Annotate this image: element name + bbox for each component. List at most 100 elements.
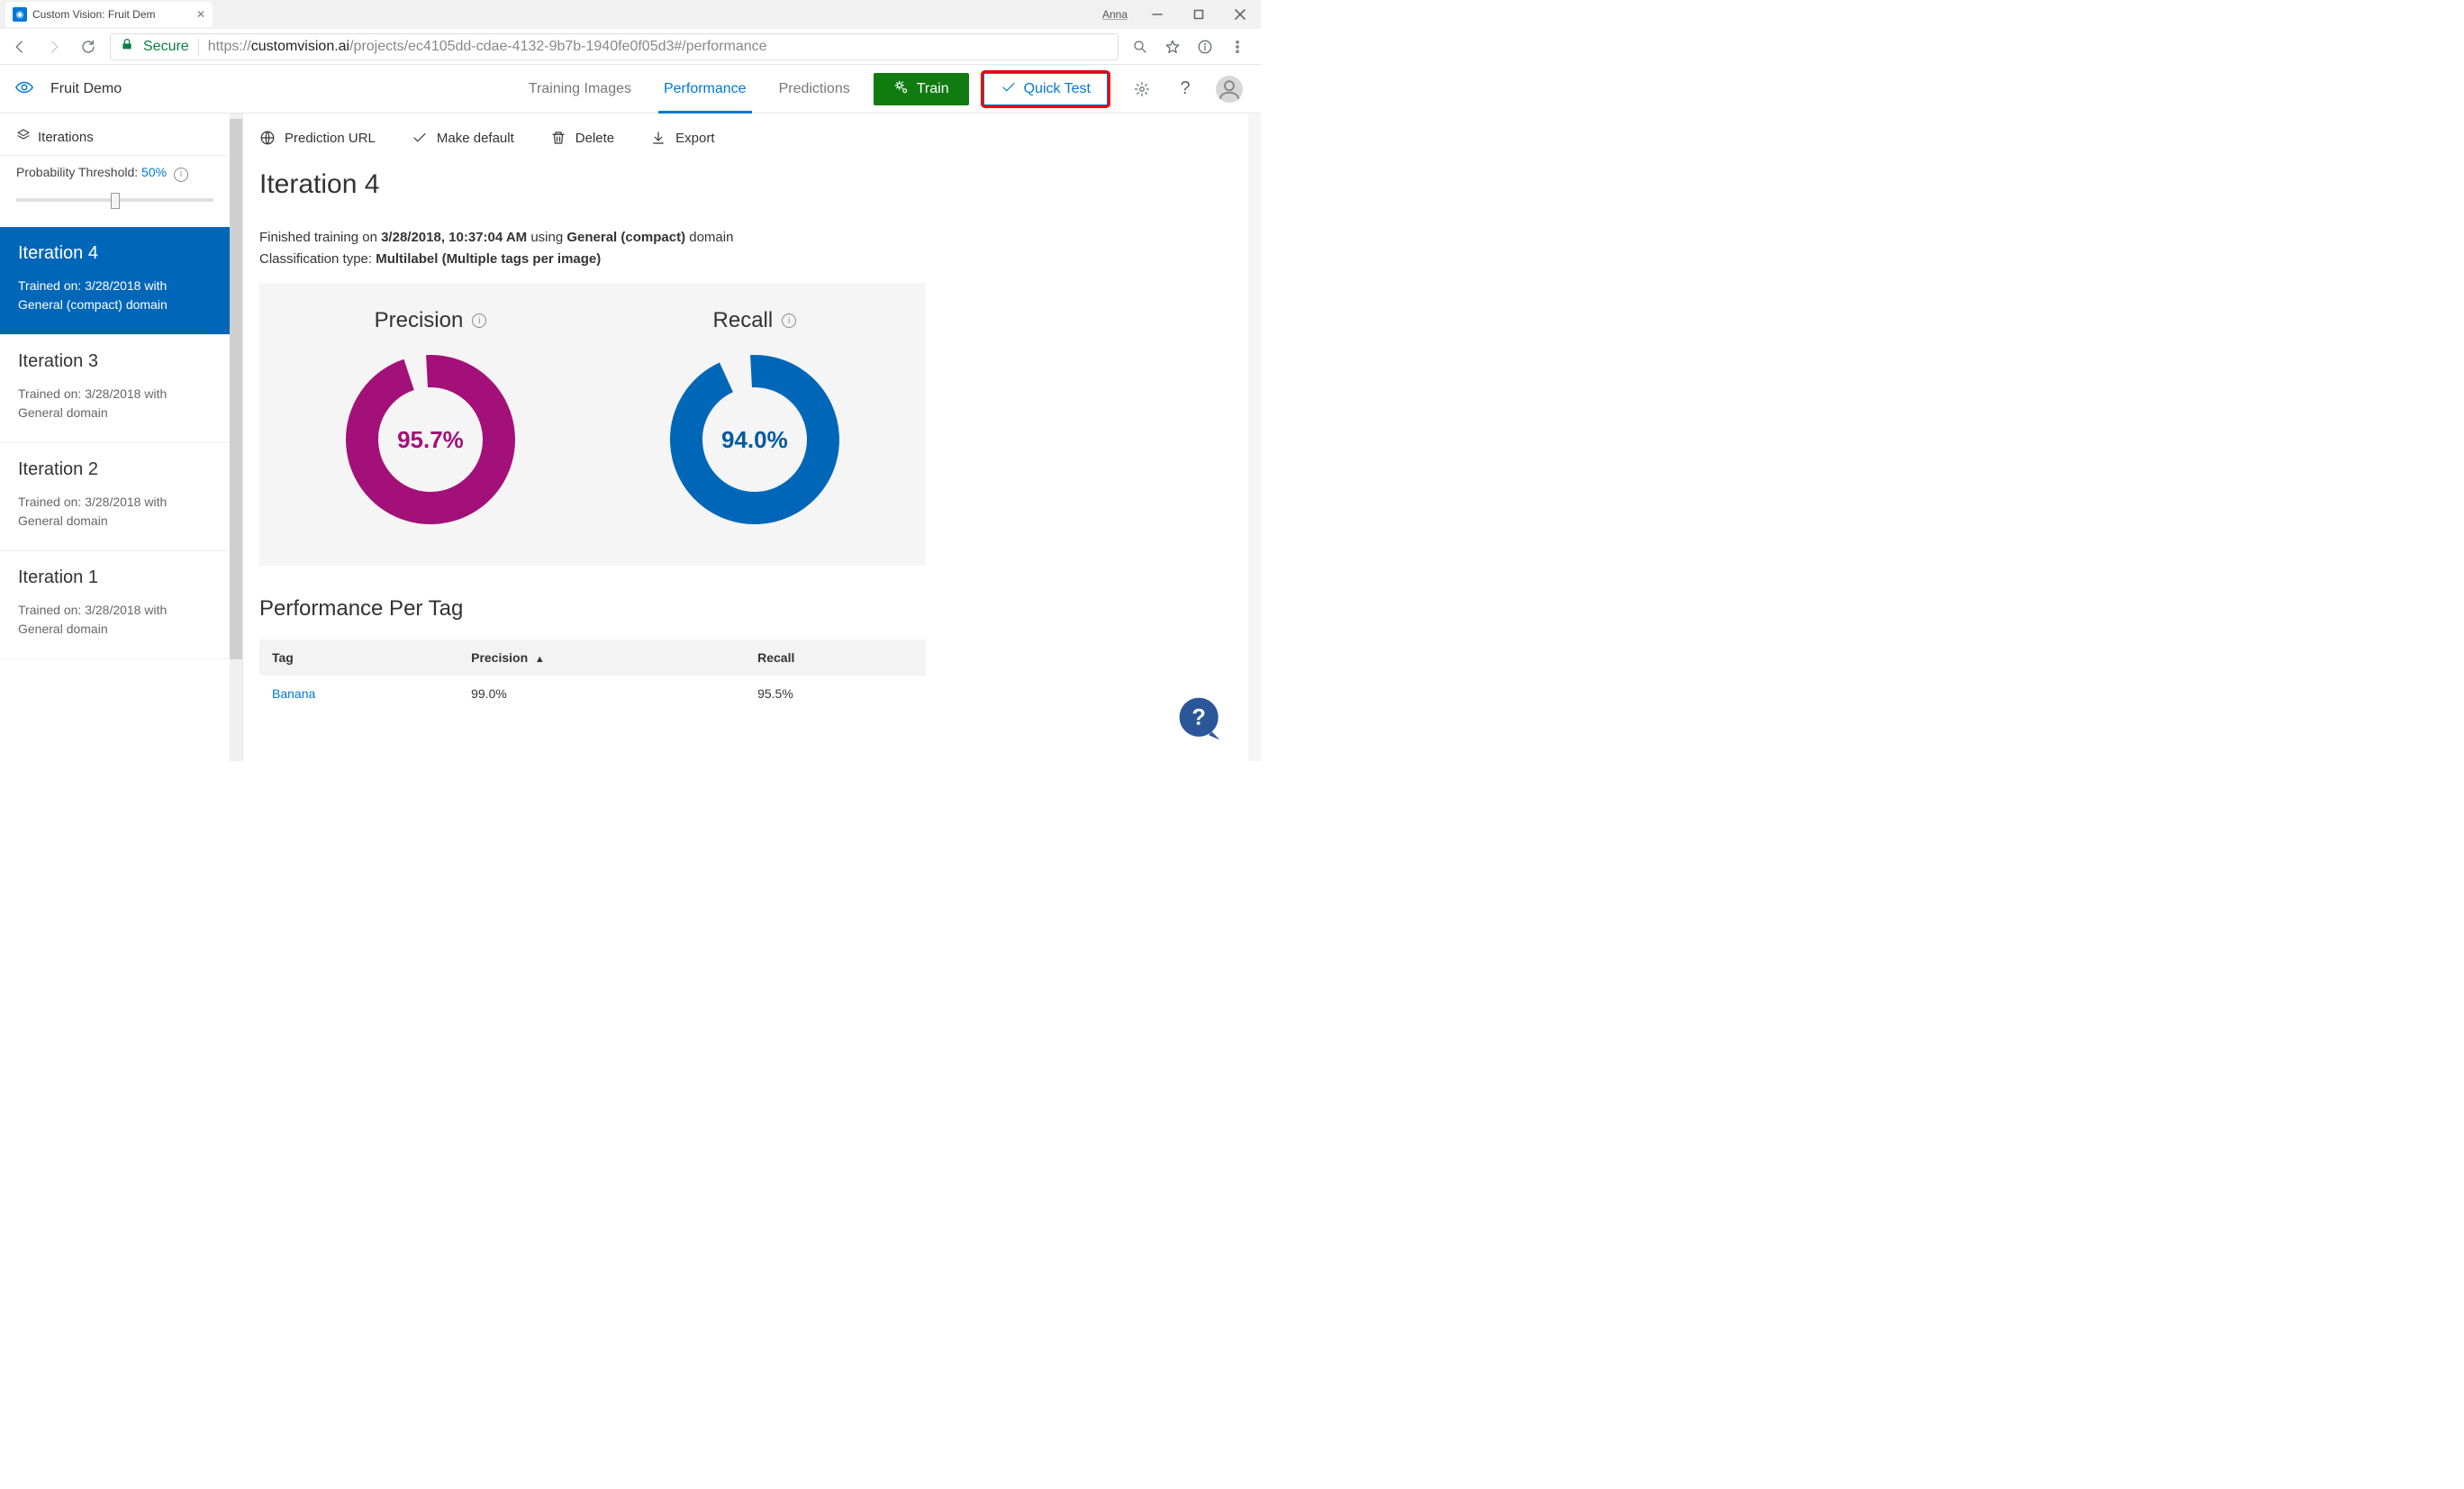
quick-test-button[interactable]: Quick Test (983, 73, 1108, 105)
iteration-card[interactable]: Iteration 1 Trained on: 3/28/2018 with G… (0, 551, 230, 659)
browser-menu-icon[interactable] (1225, 34, 1250, 59)
iteration-card[interactable]: Iteration 2 Trained on: 3/28/2018 with G… (0, 443, 230, 551)
precision-donut-chart: 95.7% (340, 350, 521, 530)
page-info-icon[interactable] (1192, 34, 1218, 59)
page-title: Iteration 4 (259, 169, 1239, 200)
training-status: Finished training on 3/28/2018, 10:37:04… (259, 227, 1239, 270)
favicon-icon: ◉ (13, 7, 27, 22)
iterations-header: Iterations (0, 113, 230, 156)
sidebar: Iterations Probability Threshold: 50% i … (0, 113, 243, 761)
settings-gear-icon[interactable] (1129, 77, 1155, 102)
slider-thumb[interactable] (111, 193, 120, 209)
window-titlebar: ◉ Custom Vision: Fruit Dem ✕ Anna (0, 0, 1261, 29)
divider (198, 39, 199, 55)
precision-label: Precision (375, 308, 464, 333)
help-icon[interactable]: ? (1173, 77, 1198, 102)
precision-value: 95.7% (340, 350, 521, 530)
layers-icon (16, 128, 31, 146)
help-fab[interactable]: ? (1176, 695, 1225, 743)
window-minimize-button[interactable] (1137, 0, 1178, 29)
col-recall[interactable]: Recall (745, 640, 926, 676)
address-bar[interactable]: Secure https://customvision.ai/projects/… (110, 33, 1119, 60)
cell-recall: 95.5% (745, 676, 926, 712)
info-icon[interactable]: i (174, 168, 188, 182)
iteration-list: Iteration 4 Trained on: 3/28/2018 with G… (0, 227, 230, 659)
recall-metric: Recalli 94.0% (611, 308, 899, 530)
metrics-panel: Precisioni 95.7% Recalli (259, 283, 926, 566)
train-button[interactable]: Train (874, 73, 969, 105)
close-tab-icon[interactable]: ✕ (196, 8, 205, 21)
url-text: https://customvision.ai/projects/ec4105d… (208, 39, 767, 55)
recall-label: Recall (713, 308, 774, 333)
threshold-value: 50% (141, 165, 167, 179)
browser-toolbar: Secure https://customvision.ai/projects/… (0, 29, 1261, 65)
os-user-label: Anna (1102, 8, 1128, 21)
gears-icon (893, 79, 910, 100)
threshold-slider[interactable] (16, 191, 213, 209)
nav-training-images[interactable]: Training Images (514, 65, 646, 113)
quick-test-label: Quick Test (1024, 81, 1091, 97)
delete-label: Delete (575, 131, 614, 146)
trash-icon (550, 130, 566, 146)
export-button[interactable]: Export (650, 130, 714, 146)
info-icon[interactable]: i (782, 313, 796, 328)
iteration-card[interactable]: Iteration 3 Trained on: 3/28/2018 with G… (0, 335, 230, 443)
recall-donut-chart: 94.0% (665, 350, 845, 530)
cell-precision: 99.0% (458, 676, 745, 712)
check-icon (412, 130, 428, 146)
iteration-subtitle: Trained on: 3/28/2018 with General domai… (18, 493, 212, 531)
iteration-title: Iteration 4 (18, 243, 212, 264)
nav-performance[interactable]: Performance (649, 65, 761, 113)
zoom-icon[interactable] (1128, 34, 1153, 59)
lock-icon (120, 37, 134, 56)
user-avatar[interactable] (1216, 76, 1243, 103)
perf-per-tag-heading: Performance Per Tag (259, 596, 1239, 622)
nav-back-button[interactable] (7, 34, 32, 59)
check-icon (1001, 79, 1017, 100)
iterations-label: Iterations (38, 130, 94, 145)
sidebar-scrollbar-thumb[interactable] (230, 119, 242, 659)
logo-eye-icon (14, 77, 34, 100)
export-label: Export (675, 131, 714, 146)
prediction-url-button[interactable]: Prediction URL (259, 130, 376, 146)
app-header: Fruit Demo Training Images Performance P… (0, 65, 1261, 113)
tag-link[interactable]: Banana (272, 686, 315, 701)
project-name[interactable]: Fruit Demo (50, 81, 122, 97)
make-default-button[interactable]: Make default (412, 130, 514, 146)
col-tag[interactable]: Tag (259, 640, 458, 676)
recall-value: 94.0% (665, 350, 845, 530)
svg-text:?: ? (1192, 704, 1206, 730)
iteration-subtitle: Trained on: 3/28/2018 with General domai… (18, 601, 212, 639)
secure-label: Secure (143, 39, 189, 55)
download-icon (650, 130, 666, 146)
iteration-toolbar: Prediction URL Make default Delete Expor… (243, 113, 1261, 155)
table-row[interactable]: Banana 99.0% 95.5% (259, 676, 926, 712)
main-scrollbar[interactable] (1248, 113, 1261, 761)
browser-tab[interactable]: ◉ Custom Vision: Fruit Dem ✕ (5, 2, 213, 27)
window-maximize-button[interactable] (1178, 0, 1219, 29)
col-precision[interactable]: Precision ▲ (458, 640, 745, 676)
prediction-url-label: Prediction URL (285, 131, 376, 146)
iteration-title: Iteration 2 (18, 459, 212, 480)
nav-reload-button[interactable] (76, 34, 101, 59)
info-icon[interactable]: i (472, 313, 486, 328)
iteration-subtitle: Trained on: 3/28/2018 with General domai… (18, 385, 212, 422)
iteration-card[interactable]: Iteration 4 Trained on: 3/28/2018 with G… (0, 227, 230, 335)
precision-metric: Precision i 95.7% (286, 308, 575, 530)
train-label: Train (917, 81, 949, 97)
iteration-subtitle: Trained on: 3/28/2018 with General (comp… (18, 277, 212, 314)
threshold-label: Probability Threshold: (16, 165, 138, 179)
main-content: Prediction URL Make default Delete Expor… (243, 113, 1261, 761)
make-default-label: Make default (437, 131, 514, 146)
tab-title: Custom Vision: Fruit Dem (32, 8, 191, 21)
globe-icon (259, 130, 276, 146)
nav-forward-button[interactable] (41, 34, 67, 59)
iteration-title: Iteration 3 (18, 351, 212, 372)
sort-asc-icon: ▲ (535, 654, 545, 665)
bookmark-star-icon[interactable] (1160, 34, 1185, 59)
iteration-title: Iteration 1 (18, 567, 212, 588)
window-close-button[interactable] (1219, 0, 1261, 29)
nav-predictions[interactable]: Predictions (765, 65, 865, 113)
perf-per-tag-table: Tag Precision ▲ Recall Banana 99.0% 95.5… (259, 640, 926, 712)
delete-button[interactable]: Delete (550, 130, 614, 146)
